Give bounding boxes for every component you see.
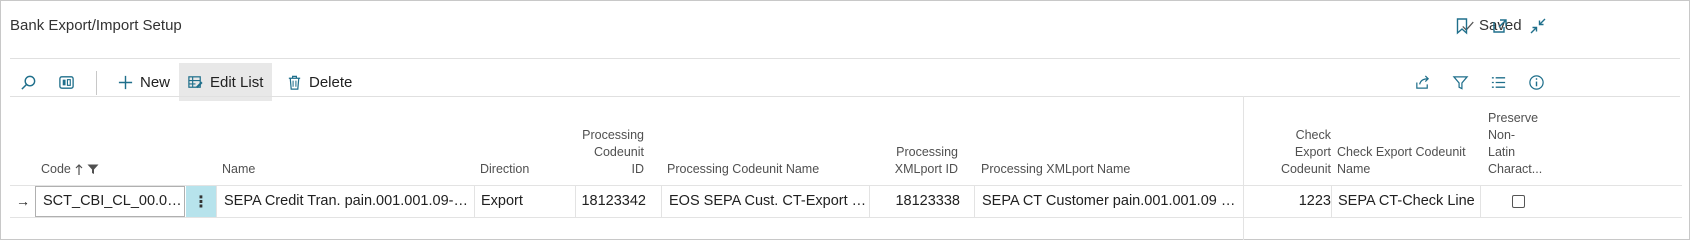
list-icon (1491, 76, 1506, 88)
collapse-icon[interactable] (1528, 16, 1548, 36)
header-line: XMLport ID (894, 162, 958, 176)
cell-divider (1480, 186, 1481, 217)
filter-icon (1452, 75, 1469, 90)
column-header-processing-codeunit-id[interactable]: Processing Codeunit ID (580, 127, 644, 178)
check-export-codeunit-name-cell[interactable]: SEPA CT-Check Line (1338, 186, 1478, 217)
filter-applied-icon (87, 164, 99, 174)
column-header-check-export-codeunit-name[interactable]: Check Export Codeunit Name (1337, 144, 1466, 178)
open-new-window-icon[interactable] (1490, 16, 1510, 36)
code-header-label: Code (41, 162, 71, 176)
header-line: Charact... (1488, 162, 1543, 176)
header-line: ID (631, 162, 645, 176)
column-header-processing-codeunit-name[interactable]: Processing Codeunit Name (667, 161, 819, 178)
bookmark-icon[interactable] (1452, 16, 1472, 36)
share-icon (1416, 74, 1430, 89)
toolbar-separator (96, 71, 97, 95)
header-line: Codeunit (1280, 162, 1331, 176)
processing-codeunit-name-cell[interactable]: EOS SEPA Cust. CT-Export File (669, 186, 867, 217)
direction-cell[interactable]: Export (481, 186, 571, 217)
processing-xmlport-id-cell[interactable]: 18123338 (872, 186, 960, 217)
header-line: Processing (896, 145, 958, 159)
cell-divider (216, 186, 217, 217)
page-title: Bank Export/Import Setup (10, 17, 182, 34)
setup-grid: Code Name Direction Processing Codeunit … (10, 96, 1682, 240)
header-line: Codeunit (593, 145, 644, 159)
edit-list-icon (188, 75, 203, 88)
column-header-processing-xmlport-name[interactable]: Processing XMLport Name (981, 161, 1130, 178)
column-header-preserve-non-latin[interactable]: Preserve Non- Latin Charact... (1488, 110, 1542, 178)
header-line: Non- (1488, 128, 1516, 142)
preserve-non-latin-cell[interactable] (1512, 186, 1532, 217)
name-cell[interactable]: SEPA Credit Tran. pain.001.001.09-CB... (224, 186, 473, 217)
column-header-processing-xmlport-id[interactable]: Processing XMLport ID (880, 144, 958, 178)
sort-ascending-icon (75, 163, 83, 175)
search-icon (21, 75, 36, 90)
processing-xmlport-name-cell[interactable]: SEPA CT Customer pain.001.001.09 CBI... (982, 186, 1240, 217)
cell-divider (575, 186, 576, 217)
delete-label: Delete (309, 73, 353, 91)
edit-list-label: Edit List (210, 73, 264, 91)
table-row[interactable]: → SCT_CBI_CL_00.04.01 ⋮ SEPA Credit Tran… (10, 185, 1682, 218)
row-arrow-icon: → (16, 193, 30, 209)
column-header-check-export-codeunit[interactable]: Check Export Codeunit (1260, 127, 1331, 178)
column-header-name[interactable]: Name (222, 161, 255, 178)
cell-divider (474, 186, 475, 217)
check-export-codeunit-cell[interactable]: 1223 (1250, 186, 1331, 217)
plus-icon (118, 75, 133, 89)
header-line: Export (1294, 145, 1331, 159)
code-cell[interactable]: SCT_CBI_CL_00.04.01 (35, 186, 185, 217)
info-icon (1529, 74, 1544, 90)
toolbar-divider (10, 96, 1680, 97)
header-line: Check Export Codeunit (1337, 145, 1466, 159)
trash-icon (288, 75, 301, 90)
cell-divider (661, 186, 662, 217)
cell-divider (1331, 186, 1332, 217)
header-line: Check (1295, 128, 1331, 142)
page-frame: Bank Export/Import Setup Saved New Edit … (0, 0, 1690, 240)
cell-divider (869, 186, 870, 217)
header-line: Processing (582, 128, 644, 142)
header-line: Latin (1488, 145, 1516, 159)
column-header-code[interactable]: Code (41, 161, 99, 178)
column-header-direction[interactable]: Direction (480, 161, 529, 178)
new-label: New (140, 73, 171, 91)
preserve-non-latin-checkbox[interactable] (1512, 195, 1525, 208)
header-line: Preserve (1488, 111, 1539, 125)
processing-codeunit-id-cell[interactable]: 18123342 (578, 186, 646, 217)
cell-divider (974, 186, 975, 217)
header-divider (10, 58, 1680, 59)
layout-icon (59, 75, 74, 89)
row-actions-icon[interactable]: ⋮ (186, 186, 216, 217)
header-line: Name (1337, 162, 1371, 176)
column-divider (1243, 96, 1244, 240)
